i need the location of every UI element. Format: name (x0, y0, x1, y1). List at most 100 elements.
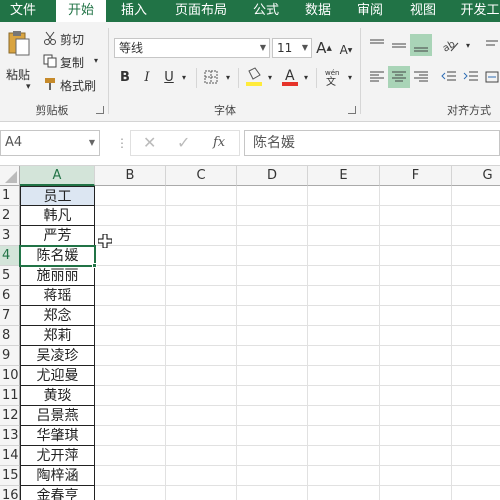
paste-label[interactable]: 粘贴 (6, 66, 30, 83)
border-icon[interactable] (202, 68, 220, 86)
phonetic-dropdown-icon[interactable]: ▾ (346, 70, 354, 84)
fill-color-icon[interactable] (244, 66, 264, 88)
cell-a16[interactable]: 金春亨 (20, 486, 95, 500)
row-header-12[interactable]: 12 (0, 406, 20, 426)
column-header-c[interactable]: C (166, 166, 237, 186)
decrease-indent-icon[interactable] (438, 66, 460, 88)
svg-text:A: A (285, 68, 295, 84)
spreadsheet-grid: ABCDEFG 1 2 3 4 5 6 7 8 9 10 11 12 13 14 15 16 员工 韩凡 严芳 陈名… (0, 166, 500, 500)
font-color-icon[interactable]: A (280, 66, 300, 88)
cancel-icon[interactable]: ✕ (143, 133, 156, 152)
wrap-text-icon[interactable] (484, 34, 500, 56)
cell-a2[interactable]: 韩凡 (20, 206, 95, 226)
bold-button[interactable]: B (118, 68, 132, 86)
select-all-corner[interactable] (0, 166, 20, 186)
decrease-font-icon[interactable]: A ▼ (338, 40, 354, 60)
cell-a10[interactable]: 尤迎曼 (20, 366, 95, 386)
row-header-7[interactable]: 7 (0, 306, 20, 326)
paste-icon[interactable] (4, 28, 34, 58)
tab-review[interactable]: 审阅 (350, 0, 390, 22)
format-painter-button[interactable]: 格式刷 (60, 77, 96, 94)
fill-dropdown-icon[interactable]: ▾ (266, 70, 274, 84)
font-launcher-icon[interactable] (348, 106, 356, 114)
row-header-16[interactable]: 16 (0, 486, 20, 500)
cell-a9[interactable]: 吴凌珍 (20, 346, 95, 366)
row-header-15[interactable]: 15 (0, 466, 20, 486)
cell-a13[interactable]: 华肇琪 (20, 426, 95, 446)
font-size-select[interactable]: 11 ▼ (272, 38, 312, 58)
increase-indent-icon[interactable] (460, 66, 482, 88)
fill-handle[interactable] (92, 263, 97, 268)
cell-a4[interactable]: 陈名媛 (19, 245, 96, 267)
align-left-icon[interactable] (366, 66, 388, 88)
row-header-13[interactable]: 13 (0, 426, 20, 446)
tab-data[interactable]: 数据 (296, 0, 340, 22)
row-header-14[interactable]: 14 (0, 446, 20, 466)
row-header-1[interactable]: 1 (0, 186, 20, 206)
align-bottom-icon[interactable] (410, 34, 432, 56)
header-cell-a1[interactable]: 员工 (20, 186, 95, 206)
column-header-f[interactable]: F (380, 166, 452, 186)
row-header-8[interactable]: 8 (0, 326, 20, 346)
row-header-2[interactable]: 2 (0, 206, 20, 226)
italic-button[interactable]: I (140, 68, 154, 86)
row-header-3[interactable]: 3 (0, 226, 20, 246)
format-painter-icon[interactable] (42, 76, 58, 92)
tab-file[interactable]: 文件 (0, 0, 46, 22)
cell-a15[interactable]: 陶梓涵 (20, 466, 95, 486)
cell-a12[interactable]: 吕景燕 (20, 406, 95, 426)
row-header-5[interactable]: 5 (0, 266, 20, 286)
tab-formulas[interactable]: 公式 (246, 0, 286, 22)
formula-input[interactable]: 陈名媛 (244, 130, 500, 156)
orientation-icon[interactable]: ab (438, 34, 462, 56)
column-header-a[interactable]: A (20, 166, 95, 186)
tab-developer[interactable]: 开发工 (452, 0, 500, 22)
cut-button[interactable]: 剪切 (60, 31, 84, 48)
formula-actions: ✕ ✓ fx (130, 130, 240, 156)
column-header-d[interactable]: D (237, 166, 308, 186)
insert-function-icon[interactable]: fx (213, 135, 225, 150)
underline-button[interactable]: U (162, 68, 176, 86)
tab-view[interactable]: 视图 (402, 0, 444, 22)
scissors-icon[interactable] (42, 30, 58, 46)
merge-center-icon[interactable] (484, 66, 500, 88)
clipboard-launcher-icon[interactable] (96, 106, 104, 114)
cell-a14[interactable]: 尤开萍 (20, 446, 95, 466)
tab-home[interactable]: 开始 (56, 0, 106, 22)
more-options-icon[interactable]: ⋮ (116, 136, 128, 150)
cell-a6[interactable]: 蒋瑶 (20, 286, 95, 306)
paste-dropdown-icon[interactable]: ▾ (26, 82, 31, 92)
tab-page-layout[interactable]: 页面布局 (162, 0, 240, 22)
orientation-dropdown-icon[interactable]: ▾ (464, 38, 472, 52)
tab-insert[interactable]: 插入 (112, 0, 156, 22)
name-box[interactable]: A4 ▼ (0, 130, 100, 156)
enter-icon[interactable]: ✓ (177, 133, 190, 152)
align-right-icon[interactable] (410, 66, 432, 88)
row-header-6[interactable]: 6 (0, 286, 20, 306)
align-center-icon[interactable] (388, 66, 410, 88)
cell-a3[interactable]: 严芳 (20, 226, 95, 246)
align-middle-icon[interactable] (388, 34, 410, 56)
border-dropdown-icon[interactable]: ▾ (224, 70, 232, 84)
font-name-select[interactable]: 等线 ▼ (114, 38, 270, 58)
font-color-dropdown-icon[interactable]: ▾ (302, 70, 310, 84)
copy-dropdown-icon[interactable]: ▾ (94, 56, 98, 65)
cell-a8[interactable]: 郑莉 (20, 326, 95, 346)
column-header-e[interactable]: E (308, 166, 380, 186)
align-top-icon[interactable] (366, 34, 388, 56)
column-header-b[interactable]: B (95, 166, 166, 186)
row-header-4[interactable]: 4 (0, 246, 20, 266)
cell-a11[interactable]: 黄琰 (20, 386, 95, 406)
cell-a5[interactable]: 施丽丽 (20, 266, 95, 286)
row-header-11[interactable]: 11 (0, 386, 20, 406)
phonetic-guide-icon[interactable]: wén 文 (322, 66, 344, 88)
row-header-10[interactable]: 10 (0, 366, 20, 386)
increase-font-icon[interactable]: A ▲ (316, 38, 332, 58)
underline-dropdown-icon[interactable]: ▾ (180, 70, 188, 84)
row-header-9[interactable]: 9 (0, 346, 20, 366)
cell-a7[interactable]: 郑念 (20, 306, 95, 326)
column-header-g[interactable]: G (452, 166, 500, 186)
copy-icon[interactable] (42, 53, 58, 69)
chevron-down-icon: ▼ (88, 138, 95, 147)
copy-button[interactable]: 复制 (60, 54, 84, 71)
